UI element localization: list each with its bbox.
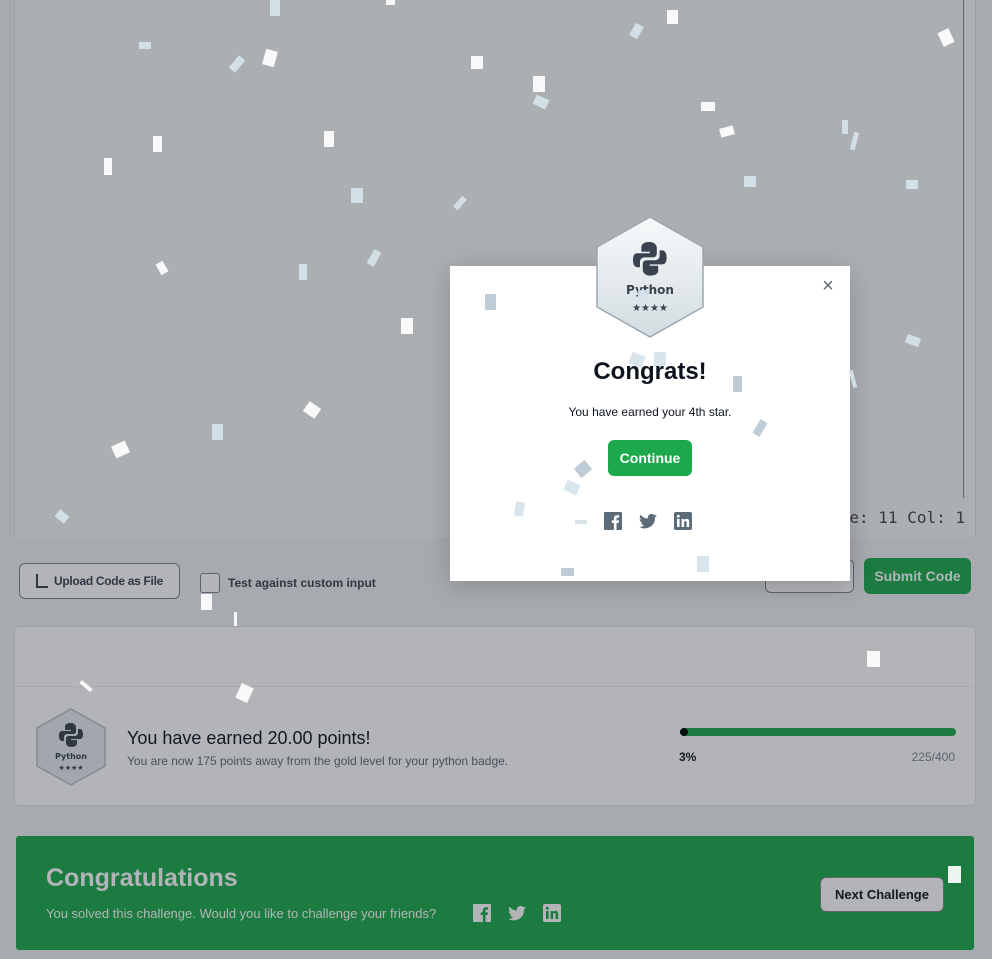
linkedin-icon[interactable] bbox=[672, 510, 694, 532]
continue-button[interactable]: Continue bbox=[608, 440, 692, 476]
congrats-modal: × Python ★★★★ Congrats! You have earned … bbox=[450, 216, 850, 581]
badge-stars: ★★★★ bbox=[632, 303, 668, 314]
badge-name: Python bbox=[626, 283, 674, 297]
modal-message: You have earned your 4th star. bbox=[568, 405, 732, 419]
modal-share-icons bbox=[602, 510, 694, 532]
python-badge: Python ★★★★ bbox=[596, 216, 704, 338]
facebook-icon[interactable] bbox=[602, 510, 624, 532]
twitter-icon[interactable] bbox=[637, 510, 659, 532]
modal-title: Congrats! bbox=[593, 358, 707, 385]
close-icon[interactable]: × bbox=[818, 276, 838, 296]
